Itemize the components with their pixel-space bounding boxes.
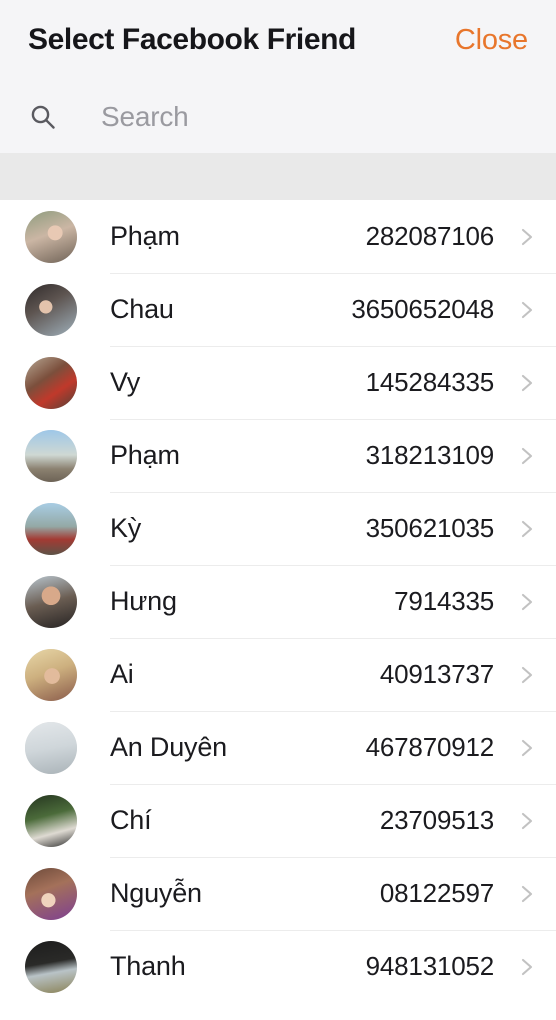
friend-row[interactable]: Vy 145284335 <box>0 346 556 419</box>
avatar <box>25 721 77 774</box>
search-bar <box>0 80 556 153</box>
friend-id: 145284335 <box>365 367 495 397</box>
avatar <box>25 283 77 336</box>
friend-name: An Duyên <box>110 732 227 762</box>
friend-row[interactable]: Chau 3650652048 <box>0 273 556 346</box>
chevron-right-icon <box>516 299 538 321</box>
chevron-right-icon <box>516 956 538 978</box>
friend-id: 350621035 <box>365 513 495 543</box>
friend-row[interactable]: Phạm 282087106 <box>0 200 556 273</box>
chevron-right-icon <box>516 226 538 248</box>
page-title: Select Facebook Friend <box>28 23 356 56</box>
friend-name: Phạm <box>110 440 180 470</box>
chevron-right-icon <box>516 810 538 832</box>
friend-id: 318213109 <box>365 440 495 470</box>
avatar <box>25 502 77 555</box>
search-icon <box>28 102 58 132</box>
friend-id: 40913737 <box>379 659 494 689</box>
avatar <box>25 210 77 263</box>
chevron-right-icon <box>516 591 538 613</box>
friend-name: Thanh <box>110 951 186 981</box>
friend-name: Chí <box>110 805 152 835</box>
friend-id: 948131052 <box>365 951 495 981</box>
friend-row[interactable]: Hưng 7914335 <box>0 565 556 638</box>
friend-row[interactable]: Nguyễn 08122597 <box>0 857 556 930</box>
friend-id: 08122597 <box>379 878 494 908</box>
avatar <box>25 794 77 847</box>
section-separator-band <box>0 153 556 200</box>
avatar <box>25 867 77 920</box>
friend-name: Vy <box>110 367 141 397</box>
chevron-right-icon <box>516 445 538 467</box>
friend-name: Kỳ <box>110 513 142 543</box>
chevron-right-icon <box>516 372 538 394</box>
avatar <box>25 940 77 993</box>
friend-id: 23709513 <box>379 805 494 835</box>
select-facebook-friend-screen: Select Facebook Friend Close Phạm 282087… <box>0 0 556 1020</box>
friend-name: Phạm <box>110 221 180 251</box>
avatar <box>25 356 77 409</box>
avatar <box>25 429 77 482</box>
friend-list: Phạm 282087106 Chau 3650652048 Vy 145284… <box>0 200 556 1003</box>
header-bar: Select Facebook Friend Close <box>0 0 556 80</box>
friend-name: Ai <box>110 659 134 689</box>
friend-id: 282087106 <box>365 221 495 251</box>
friend-row[interactable]: Phạm 318213109 <box>0 419 556 492</box>
chevron-right-icon <box>516 518 538 540</box>
chevron-right-icon <box>516 737 538 759</box>
search-input[interactable] <box>101 96 528 137</box>
friend-id: 467870912 <box>365 732 495 762</box>
friend-row[interactable]: An Duyên 467870912 <box>0 711 556 784</box>
friend-name: Hưng <box>110 586 177 616</box>
friend-name: Chau <box>110 294 174 324</box>
friend-row[interactable]: Ai 40913737 <box>0 638 556 711</box>
chevron-right-icon <box>516 883 538 905</box>
friend-row[interactable]: Thanh 948131052 <box>0 930 556 1003</box>
close-button[interactable]: Close <box>453 22 530 59</box>
avatar <box>25 648 77 701</box>
chevron-right-icon <box>516 664 538 686</box>
friend-row[interactable]: Chí 23709513 <box>0 784 556 857</box>
friend-row[interactable]: Kỳ 350621035 <box>0 492 556 565</box>
friend-id: 3650652048 <box>351 294 494 324</box>
friend-id: 7914335 <box>394 586 494 616</box>
avatar <box>25 575 77 628</box>
friend-name: Nguyễn <box>110 878 202 908</box>
